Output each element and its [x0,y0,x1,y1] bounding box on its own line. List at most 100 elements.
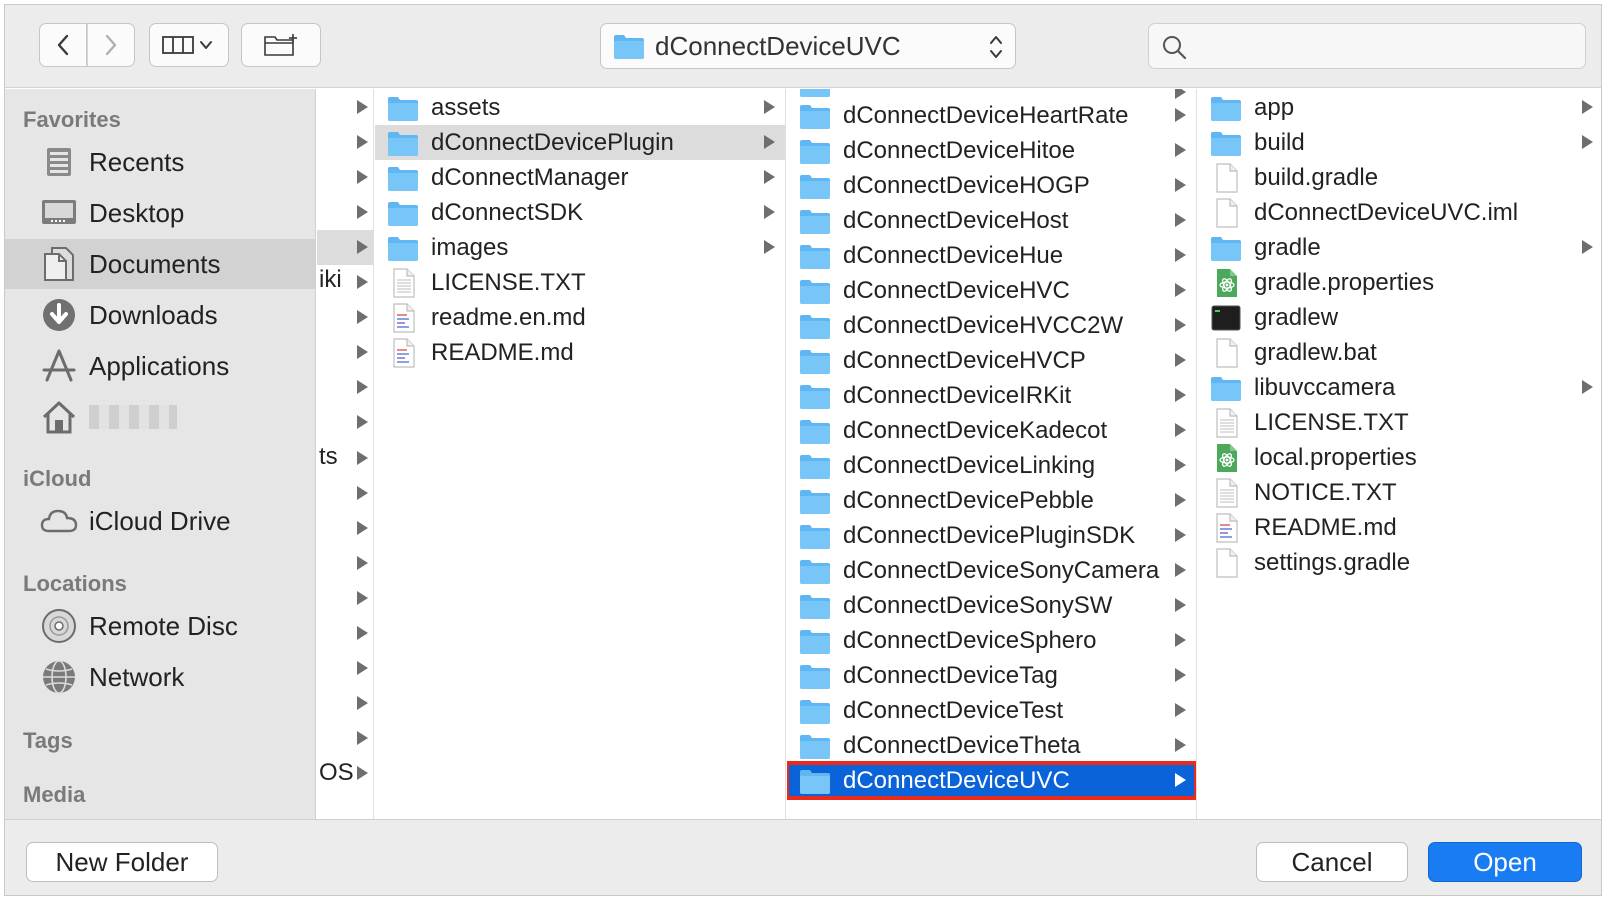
disclosure-arrow-icon [1175,458,1186,472]
list-item[interactable]: LICENSE.TXT [1198,405,1601,440]
location-popup[interactable]: dConnectDeviceUVC [600,23,1016,69]
list-item[interactable]: readme.en.md [375,300,785,335]
list-item[interactable]: libuvccamera [1198,370,1601,405]
list-item[interactable]: dConnectDevicePlugin [375,125,785,160]
disclosure-arrow-icon [1582,100,1593,114]
list-item[interactable]: dConnectDeviceTest [787,693,1196,728]
list-item[interactable]: dConnectDeviceIRKit [787,378,1196,413]
open-button[interactable]: Open [1428,842,1582,882]
list-item[interactable]: build.gradle [1198,160,1601,195]
item-name: dConnectSDK [431,198,584,226]
folder-icon [799,696,831,726]
list-item[interactable]: dConnectDeviceKadecot [787,413,1196,448]
list-item[interactable]: dConnectDeviceLinking [787,448,1196,483]
truncated-name[interactable]: iki [319,266,342,294]
list-item[interactable]: dConnectDevicePebble [787,483,1196,518]
list-item[interactable]: dConnectDeviceHitoe [787,133,1196,168]
list-item[interactable]: LICENSE.TXT [375,265,785,300]
list-item[interactable]: dConnectDeviceSonySW [787,588,1196,623]
list-item[interactable]: local.properties [1198,440,1601,475]
list-item[interactable]: gradle.properties [1198,265,1601,300]
sidebar-item-network[interactable]: Network [5,652,315,702]
item-name: dConnectDevicePebble [843,486,1094,514]
disclosure-arrow-icon [1175,353,1186,367]
item-name: local.properties [1254,443,1417,471]
sidebar-item-downloads[interactable]: Downloads [5,290,315,340]
back-button[interactable] [39,23,87,67]
disclosure-arrow-icon [1175,318,1186,332]
list-item[interactable]: dConnectDeviceUVC.iml [1198,195,1601,230]
sidebar-item-desktop[interactable]: Desktop [5,188,315,238]
documents-icon [39,244,79,284]
sidebar-item-home[interactable] [5,392,315,442]
cancel-button[interactable]: Cancel [1256,842,1408,882]
item-name: dConnectDeviceHeartRate [843,101,1129,129]
list-item[interactable]: images [375,230,785,265]
applications-icon [39,346,79,386]
columns-view-icon [162,36,212,54]
list-item[interactable]: NOTICE.TXT [1198,475,1601,510]
list-item[interactable]: dConnectDevicePluginSDK [787,518,1196,553]
list-item[interactable]: dConnectDeviceHOGP [787,168,1196,203]
sidebar-item-label: Documents [89,248,221,279]
disclosure-arrow-icon [357,661,368,675]
item-name: dConnectDeviceTheta [843,731,1081,759]
list-item[interactable]: dConnectDeviceHVCP [787,343,1196,378]
folder-icon [799,416,831,446]
list-item[interactable]: gradlew.bat [1198,335,1601,370]
list-item[interactable]: dConnectManager [375,160,785,195]
item-name: dConnectDevicePlugin [431,128,674,156]
list-item[interactable]: build [1198,125,1601,160]
sidebar-item-icloud-drive[interactable]: iCloud Drive [5,496,315,546]
list-item[interactable]: dConnectDeviceTag [787,658,1196,693]
list-item[interactable]: dConnectDeviceTheta [787,728,1196,763]
list-item[interactable]: dConnectDeviceHVCC2W [787,308,1196,343]
new-folder-button[interactable]: New Folder [26,842,218,882]
folder-icon [799,556,831,586]
search-field[interactable] [1148,23,1586,69]
list-item[interactable]: dConnectDeviceHVC [787,273,1196,308]
list-item[interactable]: dConnectDeviceSphero [787,623,1196,658]
list-item-selected[interactable]: dConnectDeviceUVC [787,761,1196,800]
list-item[interactable]: gradle [1198,230,1601,265]
item-name: dConnectDeviceHVCC2W [843,311,1124,339]
truncated-name[interactable]: ts [319,443,338,471]
item-name: dConnectDeviceLinking [843,451,1096,479]
updown-chevron-icon [990,36,1002,58]
disclosure-arrow-icon [357,100,368,114]
folder-icon [799,486,831,516]
list-item[interactable]: app [1198,90,1601,125]
list-item[interactable]: assets [375,90,785,125]
list-item[interactable]: dConnectDeviceSonyCamera [787,553,1196,588]
list-item[interactable]: dConnectSDK [375,195,785,230]
list-item[interactable]: README.md [1198,510,1601,545]
truncated-name[interactable]: OS [319,759,354,787]
view-mode-button[interactable] [149,23,229,67]
list-item[interactable]: dConnectDeviceHost [787,203,1196,238]
disclosure-arrow-icon [764,100,775,114]
sidebar-item-remote-disc[interactable]: Remote Disc [5,601,315,651]
item-name: images [431,233,509,261]
column-uvc-contents: app build build.gradle dConnectDeviceUVC.im… [1198,89,1601,819]
item-name: dConnectDeviceHVCP [843,346,1086,374]
sidebar-item-label: Desktop [89,197,185,228]
list-item[interactable]: settings.gradle [1198,545,1601,580]
list-item[interactable]: gradlew [1198,300,1601,335]
sidebar-item-documents[interactable]: Documents [5,239,315,289]
sidebar-item-applications[interactable]: Applications [5,341,315,391]
sidebar-item-recents[interactable]: Recents [5,137,315,187]
list-item[interactable]: README.md [375,335,785,370]
folder-icon [1210,93,1242,123]
disc-icon [39,606,79,646]
disclosure-arrow-icon [1175,563,1186,577]
folder-icon [1210,128,1242,158]
list-item[interactable]: dConnectDeviceHue [787,238,1196,273]
new-folder-toolbar-button[interactable] [241,23,321,67]
terminal-icon [1210,303,1242,333]
list-item[interactable]: dConnectDeviceHeartRate [787,98,1196,133]
disclosure-arrow-icon [1175,388,1186,402]
disclosure-arrow-icon [357,275,368,289]
search-input[interactable] [1199,30,1569,62]
item-name: dConnectDeviceSphero [843,626,1097,654]
forward-button[interactable] [87,23,135,67]
